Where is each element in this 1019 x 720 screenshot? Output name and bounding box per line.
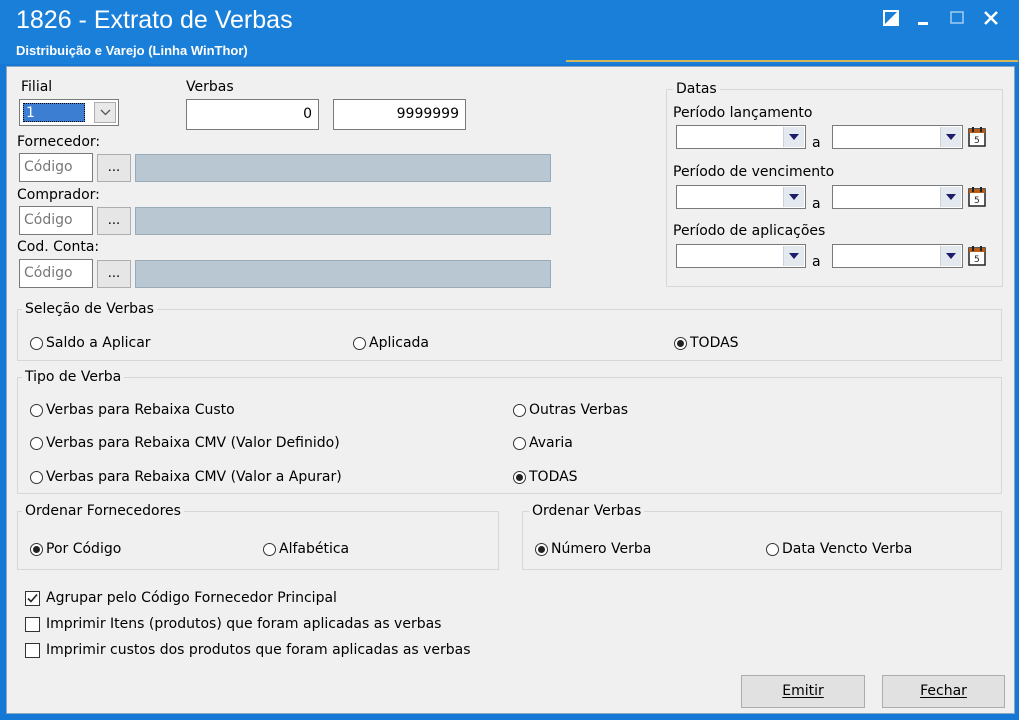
svg-text:5: 5 (974, 196, 980, 206)
radio-todas-selecao[interactable]: TODAS (674, 335, 739, 351)
window-subtitle: Distribuição e Varejo (Linha WinThor) (16, 43, 248, 58)
checkbox-imprimir-itens[interactable]: Imprimir Itens (produtos) que foram apli… (25, 616, 441, 632)
periodo-aplicacoes-label: Período de aplicações (673, 223, 826, 239)
maximize-icon[interactable] (944, 6, 970, 30)
radio-outras-verbas[interactable]: Outras Verbas (513, 402, 628, 418)
dropdown-arrow-icon[interactable] (783, 127, 804, 147)
comprador-search-button[interactable]: ... (97, 207, 131, 235)
cod-conta-name-field (135, 260, 551, 288)
checkbox-agrupar-fornecedor[interactable]: Agrupar pelo Código Fornecedor Principal (25, 590, 337, 606)
aplicacoes-end-date[interactable] (832, 244, 963, 268)
dropdown-arrow-icon[interactable] (783, 187, 804, 207)
vencimento-sep: a (812, 196, 821, 212)
fechar-button[interactable]: Fechar (882, 675, 1005, 708)
radio-todas-tipo[interactable]: TODAS (513, 469, 578, 485)
title-bar: 1826 - Extrato de Verbas Distribuição e … (0, 0, 1019, 64)
radio-rebaixa-custo[interactable]: Verbas para Rebaixa Custo (30, 402, 235, 418)
datas-group: Datas Período lançamento a 5 Período de … (666, 81, 1003, 287)
dropdown-arrow-icon[interactable] (940, 127, 961, 147)
verbas-label: Verbas (186, 79, 234, 95)
tipo-verba-title: Tipo de Verba (22, 369, 125, 385)
restore-icon[interactable] (878, 6, 904, 30)
radio-aplicada[interactable]: Aplicada (353, 335, 429, 351)
radio-alfabetica[interactable]: Alfabética (263, 541, 349, 557)
comprador-code-input[interactable]: Código (19, 206, 93, 235)
calendar-icon[interactable]: 5 (966, 126, 988, 148)
chevron-down-icon[interactable] (94, 102, 116, 123)
radio-data-vencto-verba[interactable]: Data Vencto Verba (766, 541, 912, 557)
fornecedor-code-input[interactable]: Código (19, 153, 93, 182)
filial-label: Filial (21, 79, 53, 95)
radio-rebaixa-cmv-apurar[interactable]: Verbas para Rebaixa CMV (Valor a Apurar) (30, 469, 342, 485)
emitir-button[interactable]: Emitir (741, 675, 865, 708)
aplicacoes-start-date[interactable] (676, 244, 806, 268)
client-area: Filial 1 Verbas 0 9999999 Fornecedor: Có… (6, 66, 1015, 714)
calendar-icon[interactable]: 5 (966, 245, 988, 267)
tipo-verba-group: Tipo de Verba Verbas para Rebaixa Custo … (17, 369, 1002, 494)
ordenar-verbas-group: Ordenar Verbas Número Verba Data Vencto … (522, 503, 1002, 570)
window-title: 1826 - Extrato de Verbas (16, 6, 293, 34)
vencimento-start-date[interactable] (676, 185, 806, 209)
radio-avaria[interactable]: Avaria (513, 435, 573, 451)
minimize-icon[interactable] (910, 6, 936, 30)
svg-text:5: 5 (974, 136, 980, 146)
check-icon (25, 590, 40, 606)
cod-conta-search-button[interactable]: ... (97, 260, 131, 288)
fornecedor-label: Fornecedor: (17, 134, 101, 150)
title-divider (566, 60, 1018, 62)
periodo-lancamento-label: Período lançamento (673, 105, 813, 121)
verbas-to-input[interactable]: 9999999 (333, 99, 466, 130)
fornecedor-search-button[interactable]: ... (97, 154, 131, 182)
dropdown-arrow-icon[interactable] (940, 187, 961, 207)
lancamento-sep: a (812, 135, 821, 151)
selecao-verbas-title: Seleção de Verbas (22, 301, 157, 317)
ordenar-fornecedores-group: Ordenar Fornecedores Por Código Alfabéti… (17, 503, 499, 570)
cod-conta-label: Cod. Conta: (17, 239, 100, 255)
dropdown-arrow-icon[interactable] (783, 246, 804, 266)
verbas-from-input[interactable]: 0 (186, 99, 319, 130)
comprador-label: Comprador: (17, 187, 100, 203)
ordenar-fornecedores-title: Ordenar Fornecedores (22, 503, 184, 519)
lancamento-end-date[interactable] (832, 125, 963, 149)
selecao-verbas-group: Seleção de Verbas Saldo a Aplicar Aplica… (17, 301, 1002, 361)
aplicacoes-sep: a (812, 254, 821, 270)
close-icon[interactable] (978, 6, 1004, 30)
svg-text:5: 5 (974, 255, 980, 265)
lancamento-start-date[interactable] (676, 125, 806, 149)
cod-conta-code-input[interactable]: Código (19, 259, 93, 288)
fornecedor-name-field (135, 154, 551, 182)
radio-rebaixa-cmv-definido[interactable]: Verbas para Rebaixa CMV (Valor Definido) (30, 435, 340, 451)
filial-combo[interactable]: 1 (19, 99, 119, 126)
calendar-icon[interactable]: 5 (966, 186, 988, 208)
comprador-name-field (135, 207, 551, 235)
vencimento-end-date[interactable] (832, 185, 963, 209)
datas-title: Datas (673, 81, 720, 97)
radio-numero-verba[interactable]: Número Verba (535, 541, 651, 557)
dropdown-arrow-icon[interactable] (940, 246, 961, 266)
checkbox-imprimir-custos[interactable]: Imprimir custos dos produtos que foram a… (25, 642, 471, 658)
filial-value: 1 (23, 103, 85, 122)
periodo-vencimento-label: Período de vencimento (673, 164, 835, 180)
ordenar-verbas-title: Ordenar Verbas (529, 503, 645, 519)
radio-por-codigo[interactable]: Por Código (30, 541, 121, 557)
radio-saldo-aplicar[interactable]: Saldo a Aplicar (30, 335, 151, 351)
